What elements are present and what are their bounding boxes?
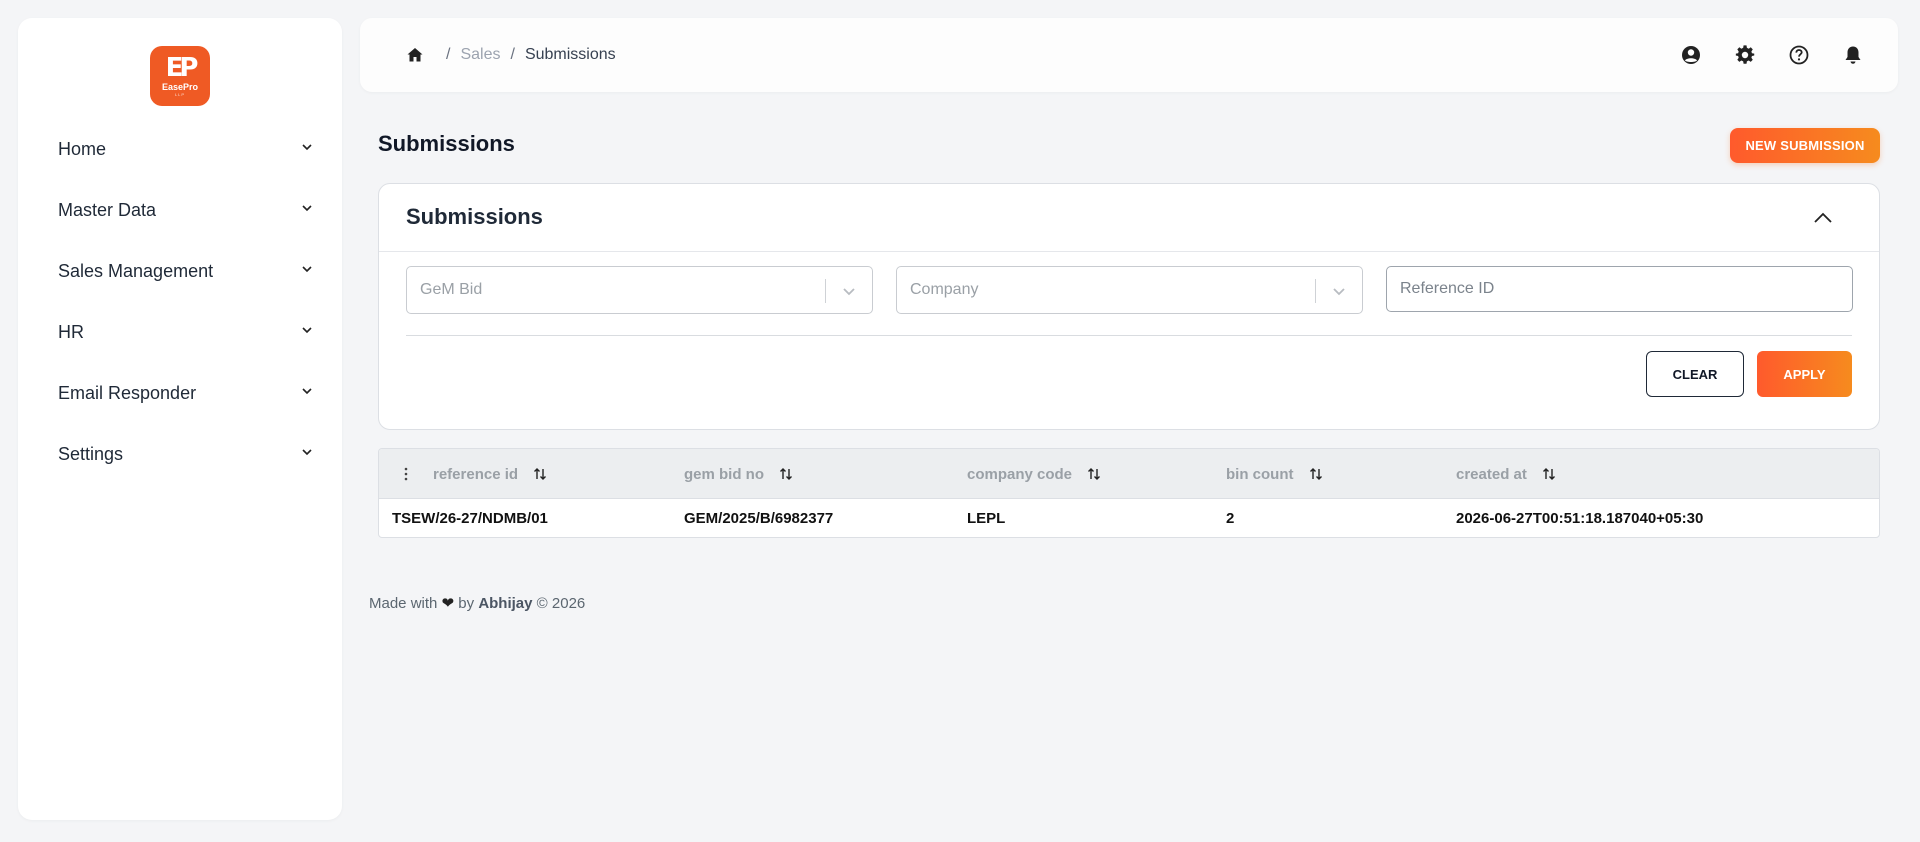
- chevron-down-icon: [300, 140, 314, 159]
- table-cell-bin-count: 2: [1226, 509, 1235, 527]
- breadcrumb-sales[interactable]: Sales: [460, 46, 500, 64]
- breadcrumb-current: Submissions: [524, 46, 616, 63]
- sidebar-item-label: Settings: [58, 444, 124, 464]
- table-header: reference id gem bid no company code bin…: [379, 449, 1879, 499]
- sidebar-item-label: HR: [58, 322, 84, 342]
- sidebar-item-master-data[interactable]: Master Data: [18, 180, 342, 241]
- new-submission-button[interactable]: NEW SUBMISSION: [1730, 128, 1880, 163]
- table-cell-gem-bid-no: GEM/2025/B/6982377: [684, 509, 834, 527]
- submissions-table: reference id gem bid no company code bin…: [378, 448, 1880, 538]
- company-select[interactable]: Company: [896, 266, 1363, 314]
- sidebar-item-label: Email Responder: [58, 383, 197, 403]
- chevron-down-icon[interactable]: [840, 282, 858, 300]
- sidebar-item-hr[interactable]: HR: [18, 302, 342, 363]
- breadcrumb-separator: /: [510, 46, 515, 63]
- clear-button[interactable]: CLEAR: [1646, 351, 1744, 397]
- sidebar-item-sales-management[interactable]: Sales Management: [18, 241, 342, 302]
- chevron-down-icon: [300, 445, 314, 464]
- chevron-down-icon: [300, 384, 314, 403]
- logo-subtext: LLP: [174, 91, 186, 97]
- sidebar-nav: Home Master Data Sales Management HR Ema…: [18, 139, 342, 485]
- logo-text: EasePro: [161, 81, 199, 92]
- column-header-company-code[interactable]: company code: [967, 449, 1102, 499]
- sidebar-item-email-responder[interactable]: Email Responder: [18, 363, 342, 424]
- sidebar-item-settings[interactable]: Settings: [18, 424, 342, 485]
- filter-panel: Submissions GeM Bid Company CLEAR APPLY: [378, 183, 1880, 430]
- reference-id-input[interactable]: [1386, 266, 1853, 312]
- gem-bid-select[interactable]: GeM Bid: [406, 266, 873, 314]
- gem-bid-placeholder: GeM Bid: [420, 281, 483, 298]
- select-divider: [1315, 279, 1316, 303]
- chevron-down-icon: [300, 262, 314, 281]
- filter-panel-header: Submissions: [379, 184, 1879, 252]
- sidebar-item-label: Sales Management: [58, 261, 214, 281]
- sort-icon[interactable]: [1086, 466, 1102, 482]
- chevron-up-icon[interactable]: [1811, 206, 1835, 230]
- chevron-down-icon: [300, 323, 314, 342]
- column-header-created-at[interactable]: created at: [1456, 449, 1557, 499]
- help-icon[interactable]: [1788, 44, 1810, 66]
- top-bar: / Sales / Submissions: [360, 18, 1898, 92]
- select-divider: [825, 279, 826, 303]
- bell-icon[interactable]: [1842, 44, 1864, 66]
- footer-copyright: © 2026: [536, 595, 586, 612]
- apply-button[interactable]: APPLY: [1757, 351, 1852, 397]
- app-logo[interactable]: EP EasePro LLP: [150, 46, 210, 106]
- footer: Made with ❤ by Abhijay © 2026: [369, 594, 585, 612]
- sidebar: EP EasePro LLP Home Master Data Sales Ma…: [18, 18, 342, 820]
- column-header-label: company code: [967, 465, 1073, 483]
- sidebar-item-label: Master Data: [58, 200, 157, 220]
- company-placeholder: Company: [910, 281, 979, 298]
- logo-mark: EP: [165, 52, 199, 83]
- table-row[interactable]: TSEW/26-27/NDMB/01 GEM/2025/B/6982377 LE…: [379, 499, 1879, 537]
- column-header-gem-bid-no[interactable]: gem bid no: [684, 449, 794, 499]
- sort-icon[interactable]: [532, 466, 548, 482]
- sidebar-item-home[interactable]: Home: [18, 119, 342, 180]
- heart-icon: ❤: [441, 595, 455, 612]
- table-cell-reference-id: TSEW/26-27/NDMB/01: [392, 509, 548, 527]
- column-header-bin-count[interactable]: bin count: [1226, 449, 1324, 499]
- gear-icon[interactable]: [1734, 44, 1756, 66]
- chevron-down-icon[interactable]: [1330, 282, 1348, 300]
- breadcrumb-separator: /: [446, 46, 451, 63]
- column-header-reference-id[interactable]: reference id: [433, 449, 548, 499]
- filter-panel-title: Submissions: [406, 204, 543, 229]
- table-cell-created-at: 2026-06-27T00:51:18.187040+05:30: [1456, 509, 1704, 527]
- column-menu-icon[interactable]: [403, 466, 409, 482]
- home-icon[interactable]: [406, 46, 424, 64]
- column-header-label: gem bid no: [684, 465, 764, 483]
- footer-made-with: Made with: [369, 595, 438, 612]
- footer-author[interactable]: Abhijay: [478, 595, 532, 612]
- filter-divider: [406, 335, 1852, 336]
- sort-icon[interactable]: [778, 466, 794, 482]
- page-title: Submissions: [378, 131, 515, 156]
- footer-by: by: [458, 595, 475, 612]
- chevron-down-icon: [300, 201, 314, 220]
- column-header-label: bin count: [1226, 465, 1294, 483]
- breadcrumb: / Sales / Submissions: [406, 18, 616, 92]
- sidebar-item-label: Home: [58, 139, 107, 159]
- column-header-label: created at: [1456, 465, 1527, 483]
- table-cell-company-code: LEPL: [967, 509, 1006, 527]
- sort-icon[interactable]: [1541, 466, 1557, 482]
- column-header-label: reference id: [433, 465, 519, 483]
- sort-icon[interactable]: [1308, 466, 1324, 482]
- user-icon[interactable]: [1680, 44, 1702, 66]
- header-actions: [1680, 18, 1864, 92]
